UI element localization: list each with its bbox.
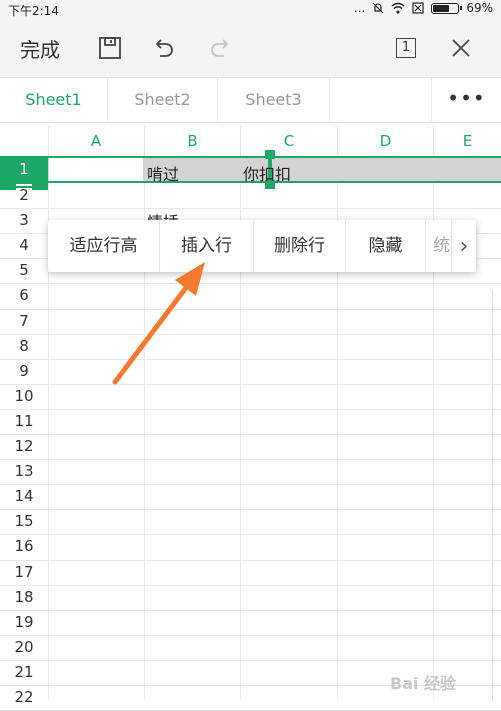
annotation-arrow [112, 262, 205, 385]
watermark: Bai 经验 [390, 674, 457, 693]
screen-edge-divider [492, 290, 493, 700]
